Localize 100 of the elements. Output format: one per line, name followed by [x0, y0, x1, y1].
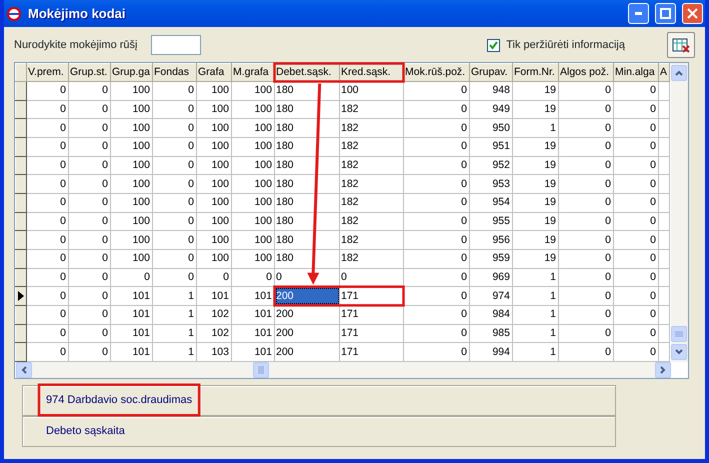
table-cell: 0	[26, 82, 68, 100]
table-cell: 19	[512, 212, 558, 231]
close-button[interactable]	[682, 3, 703, 24]
filter-label: Nurodykite mokėjimo rūšį	[14, 38, 138, 53]
table-cell: 182	[340, 230, 404, 250]
row-header[interactable]	[16, 100, 26, 119]
export-button[interactable]	[667, 32, 695, 58]
table-cell: 0	[614, 193, 658, 212]
table-cell: 0	[152, 268, 196, 287]
table-cell: 949	[470, 100, 512, 119]
row-header[interactable]	[16, 118, 26, 138]
table-cell: 0	[404, 118, 470, 138]
table-cell: 0	[558, 193, 614, 212]
table-cell: 0	[152, 156, 196, 175]
table-cell: 0	[152, 137, 196, 156]
table-cell: 0	[152, 174, 196, 194]
column-header[interactable]: A	[658, 64, 670, 82]
column-header[interactable]: Fondas	[152, 64, 196, 82]
table-cell: 984	[470, 305, 512, 324]
table-cell: 0	[614, 118, 658, 138]
column-header[interactable]: Mok.rūš.pož.	[404, 64, 470, 82]
table-cell: 0	[558, 100, 614, 119]
chevron-down-icon	[675, 349, 683, 355]
table-cell: 100	[110, 174, 152, 194]
table-cell: 0	[68, 137, 110, 156]
table-cell: 0	[26, 137, 68, 156]
row-header[interactable]	[16, 174, 26, 194]
table-cell: 0	[26, 305, 68, 324]
column-header[interactable]: Form.Nr.	[512, 64, 558, 82]
row-header[interactable]	[16, 249, 26, 268]
checkbox[interactable]	[487, 38, 500, 52]
row-header[interactable]	[16, 137, 26, 156]
table-cell: 1	[512, 268, 558, 287]
vertical-scrollbar[interactable]	[671, 63, 688, 362]
table-cell: 954	[470, 193, 512, 212]
scroll-thumb[interactable]	[253, 362, 269, 378]
table-cell: 0	[404, 268, 470, 287]
table-cell: 0	[558, 118, 614, 138]
payment-type-field[interactable]	[151, 35, 202, 55]
grip-icon	[258, 366, 264, 374]
maximize-button[interactable]	[655, 3, 676, 24]
table-cell: 0	[110, 268, 152, 287]
table-cell: 0	[26, 249, 68, 268]
column-header[interactable]: Algos pož.	[558, 64, 614, 82]
scroll-left-button[interactable]	[16, 362, 32, 378]
column-header[interactable]: Min.alga	[614, 64, 658, 82]
column-header[interactable]: M.grafa	[232, 64, 274, 82]
row-header[interactable]	[16, 286, 26, 306]
table-cell: 956	[470, 230, 512, 250]
table-cell: 985	[470, 324, 512, 343]
minimize-button[interactable]	[628, 3, 649, 24]
scroll-up-button[interactable]	[671, 65, 687, 81]
column-header[interactable]: V.prem.	[26, 64, 68, 82]
row-header[interactable]	[16, 193, 26, 212]
table-cell: 100	[232, 100, 274, 119]
table-cell: 0	[614, 156, 658, 175]
scroll-right-button[interactable]	[655, 362, 671, 378]
row-header[interactable]	[16, 324, 26, 343]
maximize-icon	[660, 8, 671, 19]
table-cell: 950	[470, 118, 512, 138]
table-cell: 100	[110, 249, 152, 268]
scroll-thumb[interactable]	[671, 326, 687, 342]
table-cell: 100	[232, 174, 274, 194]
table-cell: 182	[340, 249, 404, 268]
column-header[interactable]: Grup.st.	[68, 64, 110, 82]
table-cell: 0	[68, 118, 110, 138]
table-cell: 19	[512, 82, 558, 100]
chevron-up-icon	[675, 70, 683, 76]
table-cell: 100	[196, 82, 232, 100]
row-header[interactable]	[16, 156, 26, 175]
row-header[interactable]	[16, 305, 26, 324]
table-cell: 0	[232, 268, 274, 287]
column-header[interactable]: Grafa	[196, 64, 232, 82]
table-cell: 182	[340, 174, 404, 194]
scroll-down-button[interactable]	[671, 344, 687, 360]
table-cell: 100	[232, 212, 274, 231]
table-cell: 0	[404, 305, 470, 324]
table-cell: 0	[68, 174, 110, 194]
table-cell: 100	[232, 137, 274, 156]
horizontal-scrollbar[interactable]	[16, 362, 671, 378]
table-cell: 100	[110, 100, 152, 119]
table-cell: 100	[196, 193, 232, 212]
row-header[interactable]	[16, 342, 26, 362]
minimize-icon	[635, 12, 642, 15]
column-header[interactable]: Grupav.	[470, 64, 512, 82]
row-header[interactable]	[16, 268, 26, 287]
table-cell: 0	[614, 100, 658, 119]
info-text: Debeto sąskaita	[46, 424, 125, 439]
table-cell: 974	[470, 286, 512, 306]
row-header[interactable]	[16, 230, 26, 250]
table-cell: 182	[340, 156, 404, 175]
table-cell: 0	[614, 324, 658, 343]
column-header[interactable]: Grup.ga	[110, 64, 152, 82]
table-cell: 0	[68, 82, 110, 100]
row-header[interactable]	[16, 212, 26, 231]
row-header[interactable]	[16, 82, 26, 100]
table-icon	[672, 37, 690, 53]
table-cell: 0	[614, 305, 658, 324]
table-cell: 951	[470, 137, 512, 156]
table-cell: 19	[512, 100, 558, 119]
